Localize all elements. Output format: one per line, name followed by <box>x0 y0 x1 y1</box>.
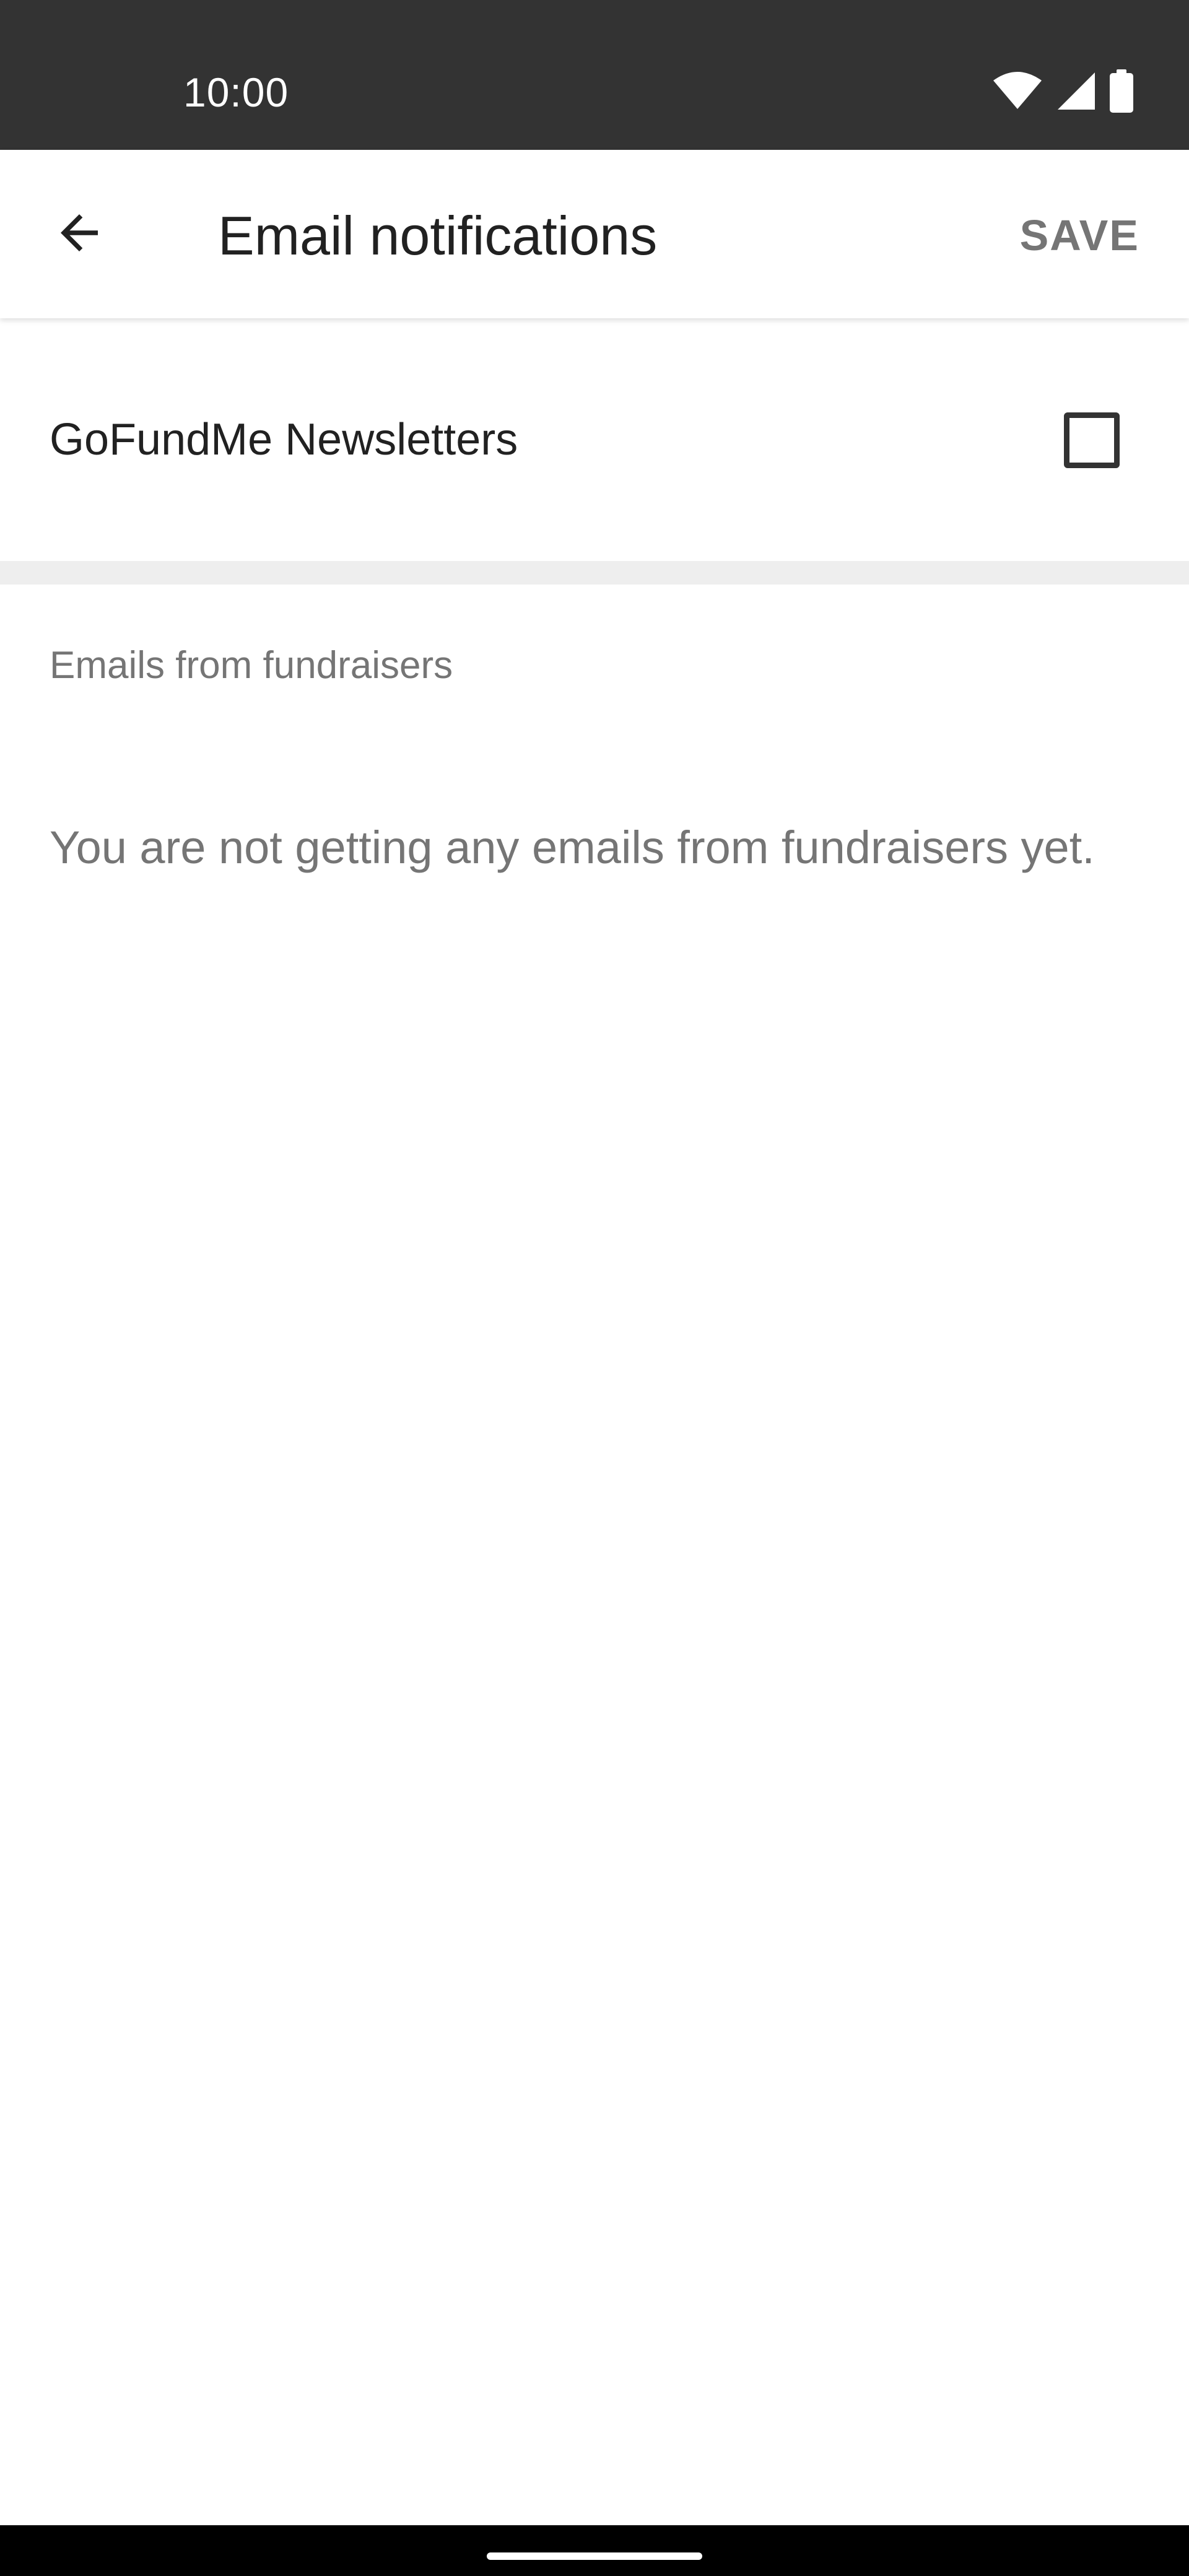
cellular-signal-icon <box>1056 71 1096 111</box>
newsletter-row[interactable]: GoFundMe Newsletters <box>0 318 1189 561</box>
page-title: Email notifications <box>218 205 658 266</box>
navigation-bar <box>0 2525 1189 2576</box>
status-icons <box>992 69 1133 113</box>
status-bar: 10:00 <box>0 0 1189 150</box>
app-bar: Email notifications SAVE <box>0 150 1189 318</box>
empty-state-message: You are not getting any emails from fund… <box>50 822 1095 873</box>
newsletter-checkbox[interactable] <box>1064 412 1120 468</box>
save-button[interactable]: SAVE <box>1020 204 1139 266</box>
email-notifications-screen: 10:00 Email notifications SAVE GoFundMe … <box>0 0 1189 2576</box>
battery-icon <box>1110 69 1133 113</box>
back-button[interactable] <box>38 193 120 275</box>
home-indicator[interactable] <box>487 2552 702 2560</box>
newsletter-label: GoFundMe Newsletters <box>50 415 518 464</box>
section-divider <box>0 561 1189 585</box>
wifi-icon <box>992 72 1043 110</box>
status-time: 10:00 <box>183 69 289 115</box>
arrow-back-icon <box>51 205 107 264</box>
fundraisers-section-header: Emails from fundraisers <box>50 644 453 687</box>
